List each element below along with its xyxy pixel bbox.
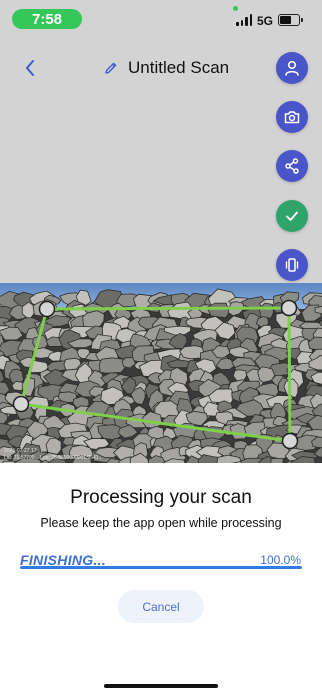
confirm-button[interactable] [276, 200, 308, 232]
cancel-button[interactable]: Cancel [118, 590, 204, 623]
processing-title: Processing your scan [70, 487, 252, 508]
photo-coordinates: Lat: 71.57790... Lon: 75.8990000001.9541… [4, 455, 103, 461]
scan-title[interactable]: Untitled Scan [104, 56, 229, 80]
progress-bar [20, 566, 302, 569]
profile-button[interactable] [276, 52, 308, 84]
camera-header-area [0, 0, 322, 283]
share-button[interactable] [276, 150, 308, 182]
camera-icon [284, 111, 300, 124]
crop-handle-top-left[interactable] [38, 300, 56, 318]
chevron-left-icon [26, 60, 34, 76]
crop-handle-top-right[interactable] [280, 299, 298, 317]
checkmark-icon [286, 211, 298, 221]
network-type: 5G [257, 14, 274, 28]
share-nodes-icon [285, 158, 299, 174]
crop-handle-bottom-right[interactable] [281, 432, 299, 450]
processing-panel: Processing your scan Please keep the app… [0, 463, 322, 696]
mic-indicator-icon [233, 6, 238, 11]
phone-vibrate-icon [285, 258, 299, 272]
photo-timestamp: 2025-02-27 17:... [4, 448, 42, 454]
pencil-icon [105, 62, 117, 74]
crop-handle-bottom-left[interactable] [12, 395, 30, 413]
home-indicator [104, 684, 218, 688]
status-bar: 7:58 5G [0, 0, 322, 40]
back-button[interactable] [18, 56, 42, 80]
status-time: 7:58 [12, 9, 82, 29]
battery-icon [278, 14, 303, 26]
vibrate-button[interactable] [276, 249, 308, 281]
processing-subtitle: Please keep the app open while processin… [40, 516, 282, 530]
signal-icon [236, 14, 252, 26]
scan-photo: 2025-02-27 17:... Lat: 71.57790... Lon: … [0, 283, 322, 463]
person-icon [285, 60, 299, 76]
progress-bar-fill [20, 566, 302, 569]
scan-title-text: Untitled Scan [128, 58, 230, 77]
camera-button[interactable] [276, 101, 308, 133]
progress-percent: 100.0% [260, 553, 301, 567]
